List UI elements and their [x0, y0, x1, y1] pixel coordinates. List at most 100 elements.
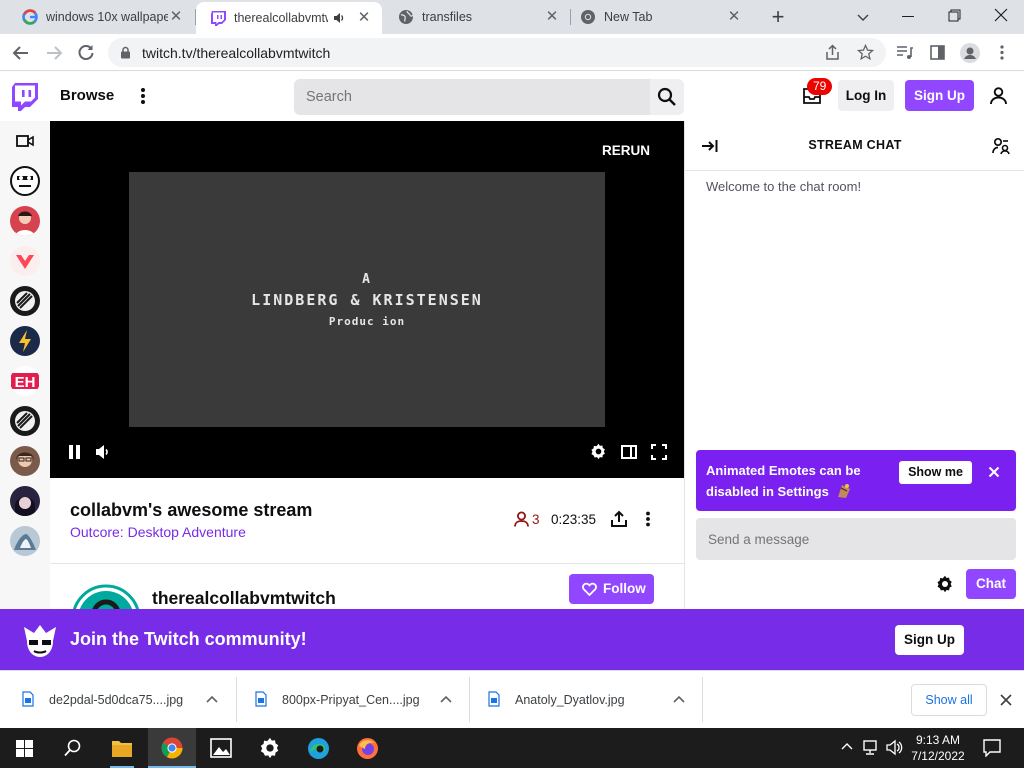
reload-icon[interactable]	[77, 43, 95, 61]
notification-center-icon[interactable]	[983, 739, 1001, 757]
channel-name[interactable]: therealcollabvmtwitch	[152, 588, 336, 609]
channel-avatar[interactable]	[10, 286, 40, 316]
volume-icon[interactable]	[886, 739, 904, 756]
channel-avatar[interactable]	[10, 486, 40, 516]
show-all-downloads-button[interactable]: Show all	[911, 684, 987, 716]
theatre-mode-icon[interactable]	[621, 445, 637, 459]
clock-date: 7/12/2022	[911, 749, 965, 763]
browser-tab-strip: windows 10x wallpaper ✕ therealcollabvmt…	[0, 0, 1024, 34]
file-explorer-icon[interactable]	[111, 738, 133, 758]
network-icon[interactable]	[863, 740, 881, 756]
signup-button[interactable]: Sign Up	[905, 80, 974, 111]
close-icon[interactable]: ✕	[544, 9, 560, 25]
close-downloads-icon[interactable]	[1000, 694, 1012, 706]
firefox-icon[interactable]	[356, 737, 379, 760]
more-menu-icon[interactable]	[140, 87, 146, 105]
browser-tab-transfiles[interactable]: transfiles ✕	[384, 0, 570, 34]
chat-send-button[interactable]: Chat	[966, 569, 1016, 599]
close-icon[interactable]	[988, 466, 1000, 478]
speaker-icon[interactable]	[332, 11, 346, 25]
channel-avatar[interactable]	[10, 206, 40, 236]
download-divider	[702, 677, 703, 722]
bookmark-star-icon[interactable]	[857, 44, 874, 61]
clock-time: 9:13 AM	[915, 733, 961, 747]
edge-icon[interactable]	[307, 737, 330, 760]
pause-icon[interactable]	[68, 445, 81, 459]
back-arrow-icon[interactable]	[12, 44, 30, 62]
more-options-icon[interactable]	[645, 511, 651, 527]
lock-icon[interactable]	[120, 46, 131, 59]
google-icon	[22, 9, 38, 25]
community-users-icon[interactable]	[992, 137, 1010, 155]
search-button[interactable]	[650, 79, 684, 115]
fullscreen-icon[interactable]	[651, 444, 667, 460]
browser-menu-icon[interactable]	[999, 44, 1005, 61]
channel-avatar[interactable]	[10, 246, 40, 276]
download-filename: 800px-Pripyat_Cen....jpg	[282, 693, 420, 707]
settings-gear-icon[interactable]	[590, 443, 607, 460]
globe-icon	[399, 10, 414, 24]
tab-search-chevron-icon[interactable]	[856, 10, 870, 24]
login-button[interactable]: Log In	[838, 80, 894, 111]
share-icon[interactable]	[824, 44, 841, 61]
browser-tab-twitch[interactable]: therealcollabvmtwitch ✕	[196, 2, 382, 34]
tray-chevron-up-icon[interactable]	[841, 742, 853, 750]
address-bar[interactable]: twitch.tv/therealcollabvmtwitch	[108, 38, 886, 67]
download-item[interactable]: 800px-Pripyat_Cen....jpg	[236, 671, 469, 729]
chat-settings-gear-icon[interactable]	[936, 575, 954, 593]
download-item[interactable]: Anatoly_Dyatlov.jpg	[469, 671, 702, 729]
stream-info-area: collabvm's awesome stream Outcore: Deskt…	[50, 478, 684, 610]
share-icon[interactable]	[610, 510, 628, 528]
search-icon[interactable]	[64, 739, 82, 757]
video-player[interactable]: RERUN A LINDBERG & KRISTENSEN Produc ion	[50, 121, 684, 478]
photos-icon[interactable]	[210, 738, 232, 758]
channel-avatar[interactable]	[10, 446, 40, 476]
close-icon[interactable]: ✕	[168, 9, 184, 25]
chat-welcome-message: Welcome to the chat room!	[706, 179, 862, 194]
windows-start-icon[interactable]	[16, 740, 33, 757]
chat-message-input[interactable]	[696, 518, 1016, 560]
close-icon[interactable]: ✕	[356, 10, 372, 26]
video-frame: A LINDBERG & KRISTENSEN Produc ion	[129, 172, 605, 427]
settings-gear-icon[interactable]	[259, 737, 281, 759]
browse-link[interactable]: Browse	[60, 87, 114, 104]
chevron-up-icon[interactable]	[673, 695, 685, 703]
chevron-up-icon[interactable]	[206, 695, 218, 703]
viewer-count: 3	[532, 512, 540, 527]
search-input[interactable]	[294, 79, 650, 115]
user-icon[interactable]	[990, 87, 1007, 105]
profile-avatar-icon[interactable]	[960, 43, 980, 63]
download-filename: de2pdal-5d0dca75....jpg	[49, 693, 184, 707]
volume-icon[interactable]	[95, 444, 111, 460]
channel-avatar[interactable]	[71, 584, 141, 610]
channel-avatar[interactable]	[10, 326, 40, 356]
browser-tab-new-tab[interactable]: New Tab ✕	[566, 0, 752, 34]
channel-avatar[interactable]	[10, 526, 40, 556]
browser-tab-google[interactable]: windows 10x wallpaper ✕	[8, 0, 194, 34]
system-clock[interactable]: 9:13 AM 7/12/2022	[903, 732, 973, 764]
channel-avatar[interactable]	[10, 166, 40, 196]
close-icon[interactable]: ✕	[726, 9, 742, 25]
forward-arrow-icon[interactable]	[45, 44, 63, 62]
chevron-up-icon[interactable]	[440, 695, 452, 703]
show-me-button[interactable]: Show me	[899, 461, 972, 484]
chrome-icon[interactable]	[161, 737, 183, 759]
viewers-icon	[514, 511, 529, 527]
channel-avatar[interactable]	[10, 406, 40, 436]
glitch-mascot-icon	[24, 625, 56, 657]
stream-category-link[interactable]: Outcore: Desktop Adventure	[70, 524, 246, 540]
media-control-icon[interactable]	[896, 45, 914, 61]
window-close-icon[interactable]	[994, 8, 1008, 22]
channel-avatar[interactable]: EH	[10, 366, 40, 396]
side-panel-icon[interactable]	[930, 45, 945, 60]
twitch-logo-icon[interactable]	[12, 83, 38, 111]
follow-button[interactable]: Follow	[569, 574, 654, 604]
download-item[interactable]: de2pdal-5d0dca75....jpg	[0, 671, 236, 729]
restore-icon[interactable]	[948, 9, 961, 22]
minimize-icon[interactable]	[902, 16, 914, 17]
banner-signup-button[interactable]: Sign Up	[895, 625, 964, 655]
stream-uptime: 0:23:35	[551, 512, 597, 527]
join-community-text: Join the Twitch community!	[70, 629, 307, 649]
new-tab-plus-icon[interactable]: +	[768, 6, 788, 28]
chat-title: STREAM CHAT	[808, 138, 902, 152]
